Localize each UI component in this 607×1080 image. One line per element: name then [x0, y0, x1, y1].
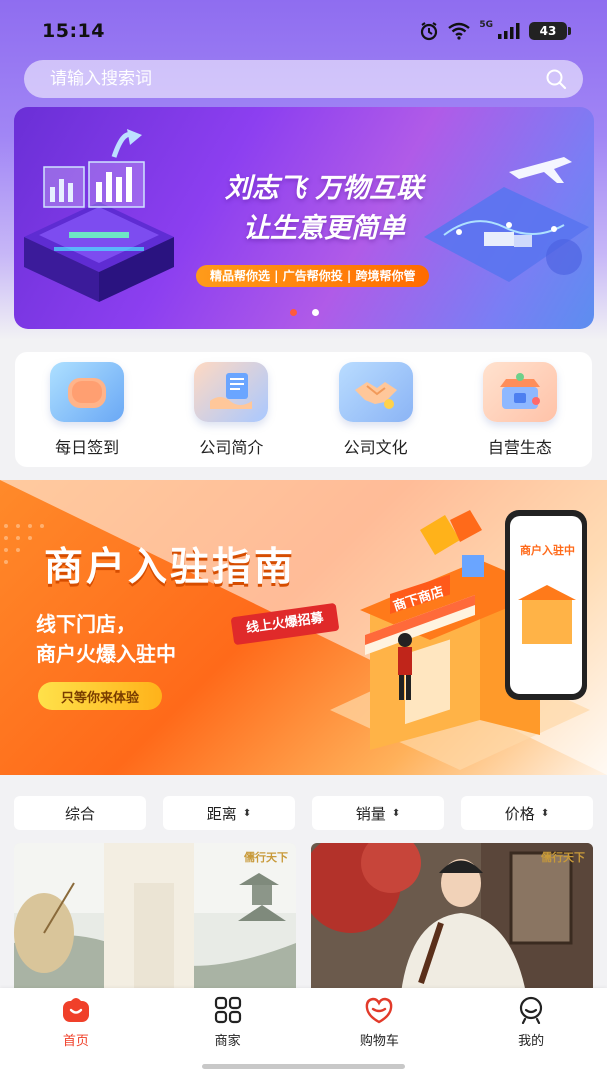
product-card[interactable]: 儒行天下 — [311, 843, 593, 993]
grid-icon — [213, 996, 243, 1024]
nav-home[interactable]: 首页 — [21, 996, 131, 1080]
filter-label: 综合 — [64, 804, 95, 823]
banner-headline-line2: 让生意更简单 — [243, 213, 405, 244]
merchant-title: 商户入驻指南 — [44, 545, 297, 590]
storefront-illustration — [330, 510, 590, 770]
banner-headline: 刘志飞 万物互联 让生意更简单 — [199, 169, 449, 249]
filter-label: 距离 — [206, 804, 237, 823]
filter-distance[interactable]: 距离 ⬍ — [163, 796, 295, 830]
merchant-line1: 线下门店， — [36, 612, 136, 636]
status-time: 15:14 — [42, 20, 105, 42]
banner-tagline: 精品帮你选 | 广告帮你投 | 跨境帮你管 — [196, 265, 430, 287]
banner-dot-2[interactable] — [311, 309, 319, 316]
shortcut-company-culture[interactable]: 公司文化 — [316, 361, 436, 458]
shortcut-label: 每日签到 — [55, 437, 120, 457]
company-intro-icon — [194, 361, 269, 422]
battery-indicator: 43 — [529, 22, 571, 40]
product-brand-mark: 儒行天下 — [244, 851, 288, 864]
status-icons: 5G 43 — [419, 20, 571, 41]
banner-dot-1[interactable] — [289, 309, 297, 316]
shortcut-label: 自营生态 — [487, 437, 552, 457]
filter-label: 价格 — [504, 804, 535, 823]
nav-label: 购物车 — [359, 1034, 399, 1049]
sort-updown-icon: ⬍ — [242, 807, 252, 819]
banner-headline-line1: 刘志飞 万物互联 — [224, 173, 424, 204]
product-image — [311, 843, 593, 993]
sort-filter-bar: 综合 距离 ⬍ 销量 ⬍ 价格 ⬍ — [0, 796, 607, 836]
network-type: 5G — [479, 20, 493, 30]
search-icon[interactable] — [545, 68, 567, 90]
self-operated-shop-icon — [482, 361, 557, 422]
profile-icon — [516, 996, 546, 1024]
filter-sales[interactable]: 销量 ⬍ — [312, 796, 444, 830]
shortcut-daily-checkin[interactable]: 每日签到 — [27, 361, 147, 458]
nav-label: 首页 — [62, 1034, 89, 1049]
shortcut-self-operated[interactable]: 自营生态 — [460, 361, 580, 458]
phone-screen-text: 商户入驻中 — [520, 544, 575, 557]
nav-label: 商家 — [214, 1034, 241, 1049]
sort-updown-icon: ⬍ — [540, 807, 550, 819]
signal-icon — [498, 23, 520, 39]
experience-button[interactable]: 只等你来体验 — [38, 682, 162, 710]
status-bar: 15:14 5G 43 — [0, 0, 607, 62]
shortcut-company-intro[interactable]: 公司简介 — [171, 361, 291, 458]
alarm-icon — [421, 22, 438, 41]
filter-price[interactable]: 价格 ⬍ — [461, 796, 593, 830]
shortcut-label: 公司文化 — [343, 437, 408, 457]
shortcut-label: 公司简介 — [199, 437, 264, 457]
shortcut-menu: 每日签到 公司简介 公司文化 自营生态 — [15, 352, 592, 467]
filter-label: 销量 — [355, 804, 386, 823]
filter-comprehensive[interactable]: 综合 — [14, 796, 146, 830]
nav-profile[interactable]: 我的 — [476, 996, 586, 1080]
data-chart-illustration — [24, 129, 174, 302]
check-in-icon — [50, 361, 125, 422]
cart-heart-icon — [364, 996, 394, 1024]
wifi-icon — [448, 22, 471, 40]
search-bar[interactable] — [24, 60, 583, 98]
merchant-line2: 商户火爆入驻中 — [36, 642, 176, 666]
promo-banner[interactable]: 刘志飞 万物互联 让生意更简单 精品帮你选 | 广告帮你投 | 跨境帮你管 — [14, 107, 594, 329]
merchant-guide-banner[interactable]: 商户入驻指南 线下门店， 商户火爆入驻中 只等你来体验 线上火爆招募 商下商店 … — [0, 480, 607, 775]
nav-label: 我的 — [518, 1034, 545, 1049]
product-brand-mark: 儒行天下 — [541, 851, 585, 864]
product-image — [14, 843, 296, 993]
banner-pagination — [14, 309, 594, 316]
home-icon — [61, 996, 91, 1024]
search-input[interactable] — [50, 69, 530, 89]
product-card[interactable]: 儒行天下 — [14, 843, 296, 993]
handshake-icon — [338, 361, 413, 422]
sort-updown-icon: ⬍ — [391, 807, 401, 819]
home-indicator[interactable] — [202, 1064, 405, 1069]
global-logistics-illustration — [424, 157, 589, 282]
